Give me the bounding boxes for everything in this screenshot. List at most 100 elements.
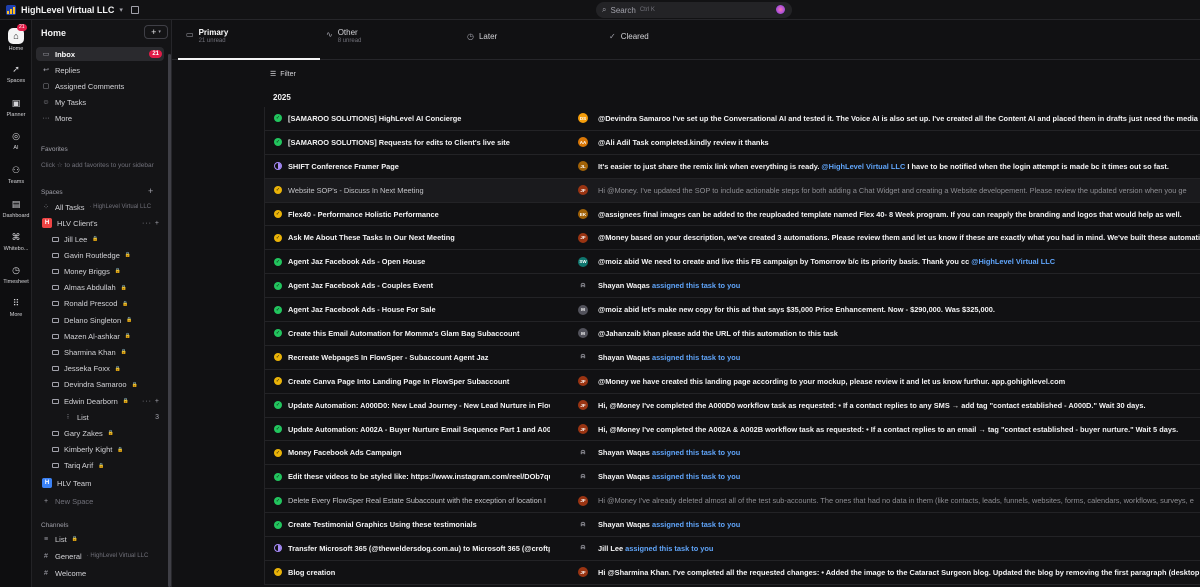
rail-home[interactable]: ⌂ 21 Home: [0, 24, 32, 52]
space-actions-icon[interactable]: ··· +: [142, 220, 160, 227]
task-title[interactable]: Create Canva Page Into Landing Page In F…: [288, 377, 550, 386]
notification-row[interactable]: Transfer Microsoft 365 (@theweldersdog.c…: [264, 537, 1200, 561]
task-title[interactable]: Create Testimonial Graphics Using these …: [288, 520, 550, 529]
notification-row[interactable]: ✓ Delete Every FlowSper Real Estate Subac…: [264, 489, 1200, 514]
task-title[interactable]: Agent Jaz Facebook Ads - Couples Event: [288, 281, 550, 290]
channel-welcome[interactable]: # Welcome: [36, 566, 164, 580]
task-title[interactable]: Create this Email Automation for Momma's…: [288, 329, 550, 338]
notification-row[interactable]: ✓ Agent Jaz Facebook Ads - Couples Event ⍾…: [264, 274, 1200, 299]
channel-general[interactable]: # General · HighLevel Virtual LLC: [36, 549, 164, 563]
mention-link[interactable]: assigned this task to you: [652, 472, 740, 481]
rail-whiteboard[interactable]: ⌘ Whitebo...: [0, 230, 32, 253]
sidebar-folder[interactable]: Edwin Dearborn 🔒 ··· +: [36, 394, 164, 408]
task-title[interactable]: Money Facebook Ads Campaign: [288, 448, 550, 457]
notification-row[interactable]: ✓ Recreate WebpageS In FlowSper - Subacco…: [264, 345, 1200, 370]
create-button[interactable]: + ▾: [144, 25, 168, 39]
notification-row[interactable]: ✓ [SAMAROO SOLUTIONS] Requests for edits …: [264, 130, 1200, 155]
sidebar-item-more[interactable]: ··· More: [36, 111, 164, 125]
task-title[interactable]: Agent Jaz Facebook Ads - Open House: [288, 257, 550, 266]
rail-label: Timesheet: [3, 279, 29, 285]
notification-row[interactable]: ✓ Blog creation JF Hi @Sharmina Khan. I've …: [264, 560, 1200, 585]
notification-row[interactable]: ✓ Ask Me About These Tasks In Our Next Me…: [264, 226, 1200, 251]
mention-link[interactable]: @HighLevel Virtual LLC: [821, 162, 905, 171]
workspace-switcher[interactable]: HighLevel Virtual LLC ▾: [0, 4, 123, 15]
task-title[interactable]: Website SOP's - Discuss In Next Meeting: [288, 186, 550, 195]
sidebar-folder[interactable]: Devindra Samaroo 🔒: [36, 378, 164, 392]
rail-dashboard[interactable]: ▤ Dashboard: [0, 197, 32, 220]
task-title[interactable]: [SAMAROO SOLUTIONS] HighLevel AI Concier…: [288, 114, 550, 123]
notification-row[interactable]: ✓ Create this Email Automation for Momma'…: [264, 322, 1200, 346]
task-title[interactable]: Ask Me About These Tasks In Our Next Mee…: [288, 233, 550, 242]
rail-more[interactable]: ⠿ More: [0, 296, 32, 319]
notification-row[interactable]: ✓ Edit these videos to be styled like: ht…: [264, 465, 1200, 490]
notification-row[interactable]: ✓ Update Automation: A002A - Buyer Nurtur…: [264, 417, 1200, 442]
sidebar-space-hlv-team[interactable]: H HLV Team: [36, 476, 164, 490]
tab-cleared[interactable]: ✓ Cleared: [609, 28, 739, 60]
tab-primary[interactable]: ▭ Primary 21 unread: [178, 28, 320, 60]
space-label: HLV Client's: [57, 218, 98, 228]
mention-link[interactable]: @HighLevel Virtual LLC: [971, 257, 1055, 266]
rail-timesheet[interactable]: ◷ Timesheet: [0, 263, 32, 286]
sidebar-folder[interactable]: Gavin Routledge 🔒: [36, 248, 164, 262]
task-title[interactable]: Agent Jaz Facebook Ads - House For Sale: [288, 305, 550, 314]
sidebar-folder[interactable]: Mazen Al-ashkar 🔒: [36, 329, 164, 343]
task-title[interactable]: Update Automation: A000D0: New Lead Jour…: [288, 401, 550, 410]
task-title[interactable]: Flex40 - Performance Holistic Performanc…: [288, 210, 550, 219]
sidebar-folder[interactable]: Tariq Arif 🔒: [36, 459, 164, 473]
sidebar-space-hlv-clients[interactable]: H HLV Client's ··· +: [36, 216, 164, 230]
notification-row[interactable]: ✓ Agent Jaz Facebook Ads - House For Sale…: [264, 298, 1200, 323]
rail-teams[interactable]: ⚇ Teams: [0, 163, 32, 186]
notification-row[interactable]: ✓ Website SOP's - Discuss In Next Meeting…: [264, 178, 1200, 203]
sidebar-list-item[interactable]: ⁝ List 3: [36, 410, 164, 424]
notification-row[interactable]: SHIFT Conference Framer Page JL It's easie…: [264, 154, 1200, 179]
task-title[interactable]: SHIFT Conference Framer Page: [288, 162, 550, 171]
mention-link[interactable]: assigned this task to you: [652, 281, 740, 290]
sidebar-folder[interactable]: Delano Singleton 🔒: [36, 313, 164, 327]
mention-link[interactable]: assigned this task to you: [625, 544, 713, 553]
rail-planner[interactable]: ▣ Planner: [0, 96, 32, 119]
task-title[interactable]: Update Automation: A002A - Buyer Nurture…: [288, 425, 550, 434]
notification-row[interactable]: ✓ Update Automation: A000D0: New Lead Jou…: [264, 393, 1200, 418]
tab-later[interactable]: ◷ Later: [467, 28, 597, 60]
notification-row[interactable]: ✓ Agent Jaz Facebook Ads - Open House SW @m…: [264, 250, 1200, 275]
task-title[interactable]: Transfer Microsoft 365 (@theweldersdog.c…: [288, 544, 550, 553]
sidebar-folder[interactable]: Almas Abdullah 🔒: [36, 281, 164, 295]
mention-link[interactable]: assigned this task to you: [652, 353, 740, 362]
sidebar-item-replies[interactable]: ↩ Replies: [36, 63, 164, 77]
folder-actions-icon[interactable]: ··· +: [142, 398, 160, 405]
calendar-icon[interactable]: [130, 5, 139, 14]
tab-other[interactable]: ∿ Other 8 unread: [326, 28, 456, 60]
sidebar-item-my-tasks[interactable]: ☺ My Tasks: [36, 95, 164, 109]
task-title[interactable]: [SAMAROO SOLUTIONS] Requests for edits t…: [288, 138, 550, 147]
sidebar-folder[interactable]: Kimberly Kight 🔒: [36, 443, 164, 457]
notification-row[interactable]: ✓ Create Canva Page Into Landing Page In …: [264, 369, 1200, 394]
sidebar-item-assigned-comments[interactable]: ▢ Assigned Comments: [36, 79, 164, 93]
sidebar-folder[interactable]: Gary Zakes 🔒: [36, 426, 164, 440]
filter-button[interactable]: ☰ Filter: [270, 70, 296, 79]
rail-spaces[interactable]: ➚ Spaces: [0, 62, 32, 85]
sidebar-item-inbox[interactable]: ▭ Inbox 21: [36, 47, 164, 61]
sidebar-folder[interactable]: Jill Lee 🔒: [36, 232, 164, 246]
notification-row[interactable]: ✓ [SAMAROO SOLUTIONS] HighLevel AI Concie…: [264, 107, 1200, 131]
notification-row[interactable]: ✓ Money Facebook Ads Campaign ⍾ Shayan Waqa…: [264, 441, 1200, 466]
notification-row[interactable]: ✓ Create Testimonial Graphics Using these…: [264, 513, 1200, 538]
add-space-icon[interactable]: +: [148, 186, 153, 196]
sidebar-folder[interactable]: Jesseka Foxx 🔒: [36, 362, 164, 376]
task-title[interactable]: Blog creation: [288, 568, 550, 577]
task-title[interactable]: Delete Every FlowSper Real Estate Subacc…: [288, 496, 550, 505]
sidebar-folder[interactable]: Sharmina Khan 🔒: [36, 345, 164, 359]
rail-ai[interactable]: ◎ AI: [0, 129, 32, 152]
mention-link[interactable]: assigned this task to you: [652, 448, 740, 457]
sidebar-scrollbar[interactable]: [168, 54, 171, 587]
task-title[interactable]: Recreate WebpageS In FlowSper - Subaccou…: [288, 353, 550, 362]
sidebar-folder[interactable]: Money Briggs 🔒: [36, 264, 164, 278]
sidebar-item-all-tasks[interactable]: ⁘ All Tasks · HighLevel Virtual LLC: [36, 200, 164, 214]
new-space-button[interactable]: + New Space: [36, 494, 164, 508]
ai-assistant-icon[interactable]: [776, 5, 785, 14]
sidebar-folder[interactable]: Ronald Prescod 🔒: [36, 297, 164, 311]
search-input[interactable]: ⌕ Search Ctrl K: [596, 2, 792, 18]
channel-list[interactable]: ≡ List 🔒: [36, 532, 164, 546]
notification-row[interactable]: ✓ Flex40 - Performance Holistic Performan…: [264, 202, 1200, 227]
mention-link[interactable]: assigned this task to you: [652, 520, 740, 529]
task-title[interactable]: Edit these videos to be styled like: htt…: [288, 472, 550, 481]
